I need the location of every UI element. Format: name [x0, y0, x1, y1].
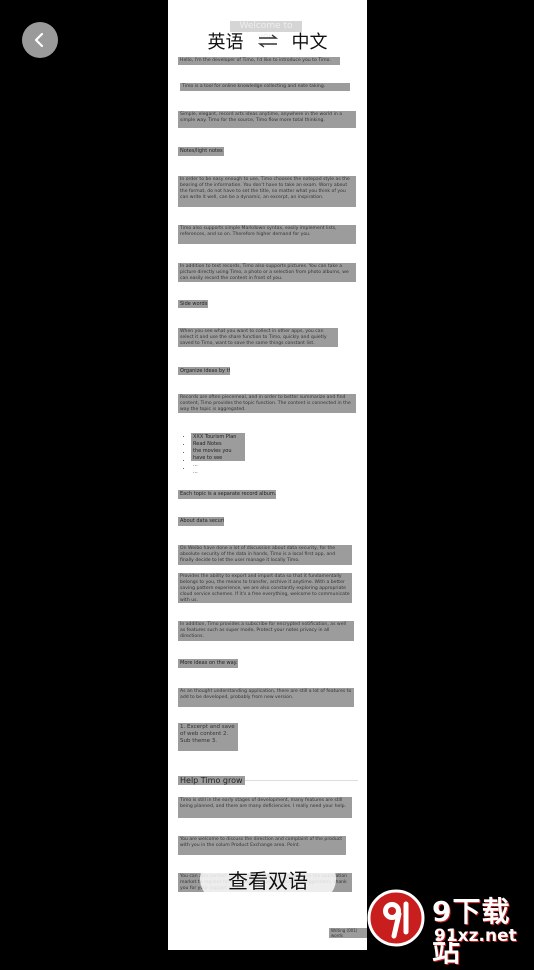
list-item-text: ... [193, 469, 198, 475]
text-block: Hello, I'm the developer of Timo, I'd li… [178, 57, 340, 65]
back-button[interactable] [22, 22, 58, 58]
text-block: Timo is still in the early stages of dev… [178, 797, 352, 818]
text-block: Simple, elegant, record arts ideas anyti… [178, 111, 356, 128]
text-block: In order to be easy enough to use, Timo … [178, 176, 356, 207]
view-bilingual-button[interactable]: 查看双语 [200, 856, 336, 902]
text-block: In addition, Timo provides a subscribe f… [178, 621, 354, 641]
source-language[interactable]: 英语 [208, 28, 244, 54]
section-label: Side words so [178, 300, 208, 308]
help-heading: Help Timo grow [178, 776, 245, 785]
text-block: In addition to text records, Timo also s… [178, 263, 356, 282]
language-switch-bar: 英语 中文 [168, 26, 367, 56]
bullet-text: XXX Tourism Plan Read Notes the movies y… [193, 434, 245, 476]
text-block: 1. Excerpt and save of web content 2. Su… [178, 723, 238, 751]
list-item-text: XXX Tourism Plan [193, 434, 237, 440]
text-block: Records are often piecemeal, and in orde… [178, 394, 356, 413]
list-item-text: the movies you have to see [193, 448, 232, 461]
text-block: When you see what you want to collect in… [178, 328, 338, 347]
text-block: Timo is a tool for online knowledge coll… [180, 83, 350, 91]
swap-arrows-icon[interactable] [257, 34, 278, 48]
91xz-logo-icon [367, 889, 425, 947]
site-watermark: 9下载站 91xz.net [364, 886, 534, 968]
section-label: Each topic is a separate record album. [178, 490, 276, 499]
list-item-text: Read Notes [193, 441, 222, 447]
watermark-url: 91xz.net [434, 926, 517, 946]
section-label: Organize ideas by theme [178, 367, 230, 375]
section-label: About data security [178, 517, 224, 526]
text-block: On Weibo have done a lot of discussion a… [178, 545, 352, 565]
chevron-left-icon [34, 32, 44, 48]
text-block: You are welcome to discuss the direction… [178, 836, 346, 855]
list-item-text: ... [193, 462, 198, 468]
document-preview[interactable]: Welcome to you Hello, I'm the developer … [168, 0, 367, 950]
section-heading: Help Timo grow [178, 768, 358, 785]
section-label: Notes/light notes [178, 147, 224, 156]
text-block: Provides the ability to export and impor… [178, 573, 352, 603]
text-block: As an thought understanding application,… [178, 688, 354, 707]
text-block: Timo also supports simple Markdown synta… [178, 225, 356, 244]
target-language[interactable]: 中文 [292, 28, 328, 54]
word-count: Writing (001) words [329, 928, 367, 938]
section-label: More ideas on the way... [178, 659, 238, 668]
